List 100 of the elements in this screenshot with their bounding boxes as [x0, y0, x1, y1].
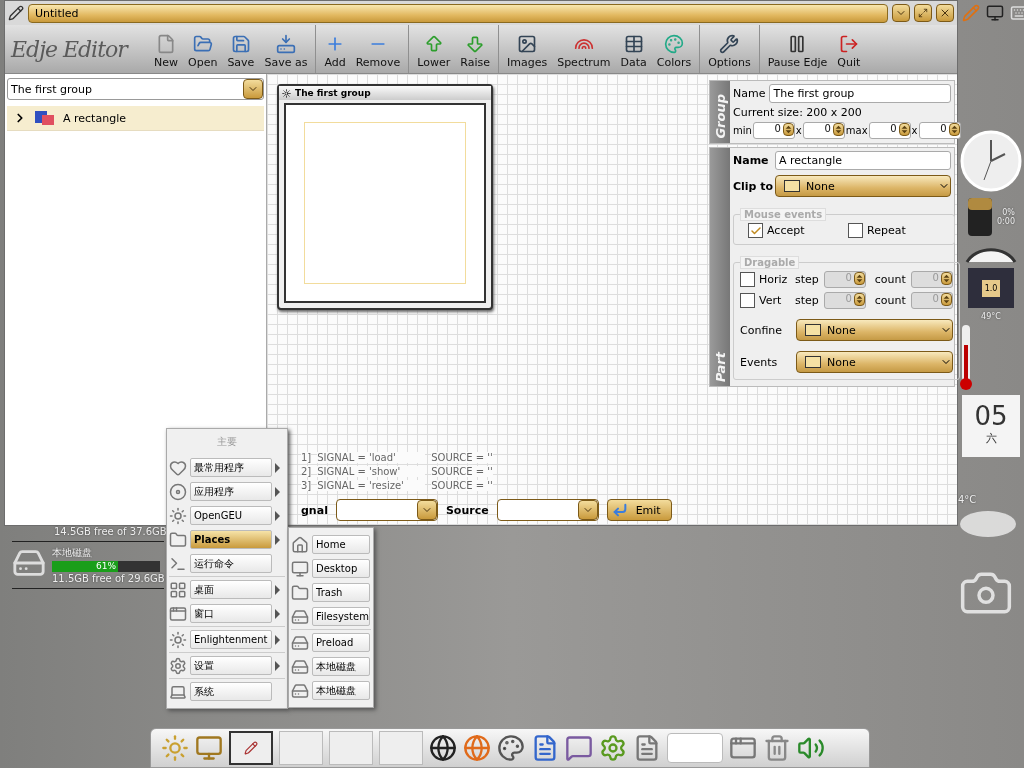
arrow-up-icon — [423, 34, 444, 54]
menu-item[interactable]: OpenGEU — [190, 506, 272, 525]
palette-icon[interactable] — [497, 734, 525, 762]
close-icon — [939, 7, 951, 19]
spin-arrows-icon[interactable] — [782, 123, 794, 136]
arrow-down-icon — [465, 34, 486, 54]
toolbar-button[interactable]: Raise — [455, 25, 495, 73]
menu-item[interactable]: Trash — [312, 583, 370, 602]
menu-item[interactable]: 运行命令 — [190, 554, 272, 573]
weather-temperature: 4°C — [958, 494, 977, 505]
name-label: Name — [733, 87, 766, 100]
step-label: step — [795, 294, 819, 307]
clock-drawing — [960, 130, 1022, 192]
disk-free-text: 11.5GB free of 29.6GB — [52, 573, 165, 584]
toolbar-button[interactable]: Add — [319, 25, 351, 73]
chat-icon[interactable] — [565, 734, 593, 762]
menu-item[interactable]: 系统 — [190, 682, 272, 701]
globe-icon[interactable] — [429, 734, 457, 762]
dropdown[interactable]: None — [796, 351, 953, 373]
spin-arrows-icon[interactable] — [832, 123, 844, 136]
checkbox-label: Horiz — [759, 273, 788, 286]
checkbox[interactable] — [848, 223, 863, 238]
toolbar-button[interactable]: Spectrum — [552, 25, 616, 73]
heart-icon — [169, 458, 187, 477]
drive-icon — [291, 657, 309, 676]
minimize-button[interactable] — [892, 4, 910, 22]
menu-item[interactable]: 最常用程序 — [190, 458, 272, 477]
number-spinner[interactable]: 0 — [868, 122, 911, 139]
number-spinner[interactable]: 0 — [918, 122, 961, 139]
close-button[interactable] — [936, 4, 954, 22]
menu-item[interactable]: Preload — [312, 633, 370, 652]
checkbox[interactable] — [748, 223, 763, 238]
group-name-field[interactable]: The first group — [769, 84, 951, 103]
menu-item[interactable]: Enlightenment — [190, 630, 272, 649]
toolbar-button[interactable]: Quit — [832, 25, 866, 73]
tree-label: A rectangle — [63, 111, 126, 125]
menu-item[interactable]: 窗口 — [190, 604, 272, 623]
number-spinner[interactable]: 0 — [752, 122, 795, 139]
cloud-icon — [958, 509, 1018, 539]
toolbar-button[interactable]: Save — [222, 25, 260, 73]
toolbar-button[interactable]: Open — [183, 25, 223, 73]
emit-button[interactable]: Emit — [606, 499, 672, 521]
log-signal: SIGNAL = 'show' — [317, 466, 426, 477]
toolbar-button[interactable]: Colors — [651, 25, 697, 73]
spin-arrows-icon[interactable] — [898, 123, 910, 136]
checkbox-label: Accept — [767, 224, 805, 237]
keyboard-icon[interactable] — [1010, 4, 1024, 22]
toolbar-button[interactable]: Options — [703, 25, 756, 73]
menu-item[interactable]: Places — [190, 530, 272, 549]
gear-icon[interactable] — [599, 734, 627, 762]
drive-icon — [291, 633, 309, 652]
step-label: step — [795, 273, 819, 286]
menu-item[interactable]: Desktop — [312, 559, 370, 578]
group-title: Dragable — [740, 256, 800, 269]
pencil-icon — [244, 741, 258, 755]
group-select[interactable]: The first group — [7, 78, 264, 100]
folder-icon — [291, 583, 309, 602]
monitor-icon[interactable] — [986, 4, 1004, 22]
toolbar-button[interactable]: Data — [615, 25, 652, 73]
cpu-temperature: 49°C — [981, 312, 1001, 321]
toolbar-button[interactable]: New — [149, 25, 183, 73]
monitor-icon[interactable] — [195, 734, 223, 762]
source-label: Source — [445, 503, 489, 517]
tree-item[interactable]: A rectangle — [7, 106, 264, 131]
menu-item[interactable]: 应用程序 — [190, 482, 272, 501]
menu-item[interactable]: 本地磁盘 — [312, 657, 370, 676]
trash-icon[interactable] — [763, 734, 791, 762]
menu-item[interactable]: 设置 — [190, 656, 272, 675]
number-spinner[interactable]: 0 — [802, 122, 845, 139]
toolbar-button[interactable]: Save as — [259, 25, 313, 73]
maximize-button[interactable] — [914, 4, 932, 22]
maximize-icon — [918, 8, 928, 18]
toolbar-button[interactable]: Remove — [350, 25, 406, 73]
task-slot[interactable] — [229, 731, 273, 765]
rectangle-icon — [35, 111, 55, 125]
menu-item[interactable]: 本地磁盘 — [312, 681, 370, 700]
menu-item[interactable]: Filesystem — [312, 607, 370, 626]
clip-select[interactable]: None — [775, 175, 951, 197]
toolbar-button[interactable]: Lower — [412, 25, 456, 73]
signal-select[interactable] — [335, 499, 438, 521]
dropdown[interactable]: None — [796, 319, 953, 341]
toolbar-button[interactable]: Pause Edje — [762, 25, 833, 73]
signal-label: gnal — [301, 503, 328, 517]
monitor-icon — [291, 559, 309, 578]
logo: Edje Editor — [9, 35, 130, 64]
spin-arrows-icon[interactable] — [948, 123, 960, 136]
log-signal: SIGNAL = 'load' — [317, 452, 426, 463]
part-name-field[interactable]: A rectangle — [775, 151, 951, 170]
disk-free-text: 14.5GB free of 37.6GB — [54, 526, 167, 537]
menu-item[interactable]: 桌面 — [190, 580, 272, 599]
toolbar-button[interactable]: Images — [501, 25, 553, 73]
menu-item[interactable]: Home — [312, 535, 370, 554]
palette-icon — [663, 34, 684, 54]
times-label: x — [795, 125, 802, 136]
battery-percent: 0% — [1002, 208, 1015, 217]
limit-label: max — [845, 125, 868, 136]
source-select[interactable] — [496, 499, 599, 521]
return-arrow-icon — [611, 502, 628, 518]
dock-field[interactable] — [667, 733, 723, 763]
swatch-icon — [784, 180, 800, 192]
